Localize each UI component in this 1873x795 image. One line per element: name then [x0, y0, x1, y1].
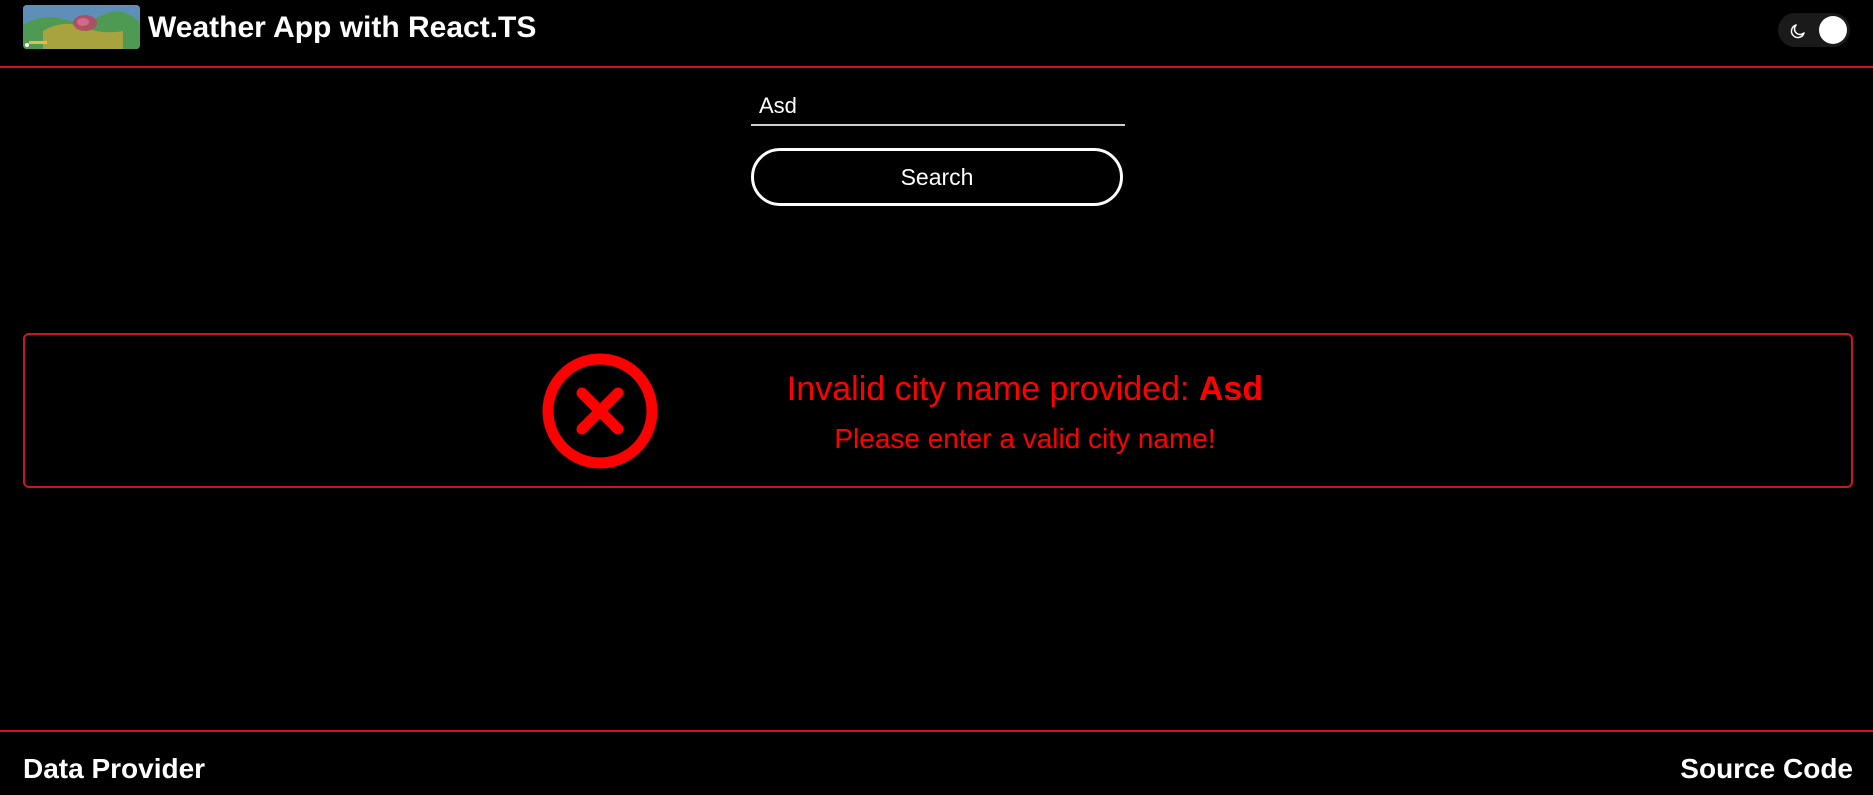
- error-title: Invalid city name provided: Asd: [675, 365, 1375, 413]
- error-message-box: Invalid city name provided: Asd Please e…: [23, 333, 1853, 488]
- error-message-prefix: Invalid city name provided:: [786, 370, 1199, 408]
- weather-map-logo: [23, 5, 140, 49]
- search-button[interactable]: Search: [751, 148, 1123, 206]
- app-header: Weather App with React.TS: [0, 0, 1873, 68]
- data-provider-link[interactable]: Data Provider: [23, 752, 205, 786]
- invalid-city-name: Asd: [1198, 370, 1264, 408]
- logo-map-graphic: [23, 5, 140, 49]
- theme-toggle[interactable]: [1778, 13, 1850, 47]
- source-code-link[interactable]: Source Code: [1680, 752, 1853, 786]
- app-title: Weather App with React.TS: [148, 11, 537, 44]
- toggle-knob[interactable]: [1819, 16, 1847, 44]
- city-search-input[interactable]: [751, 88, 1125, 126]
- app-footer: Data Provider Source Code: [0, 730, 1873, 795]
- moon-icon: [1790, 24, 1805, 39]
- error-x-circle-icon: [542, 353, 658, 469]
- error-hint: Please enter a valid city name!: [834, 423, 1216, 454]
